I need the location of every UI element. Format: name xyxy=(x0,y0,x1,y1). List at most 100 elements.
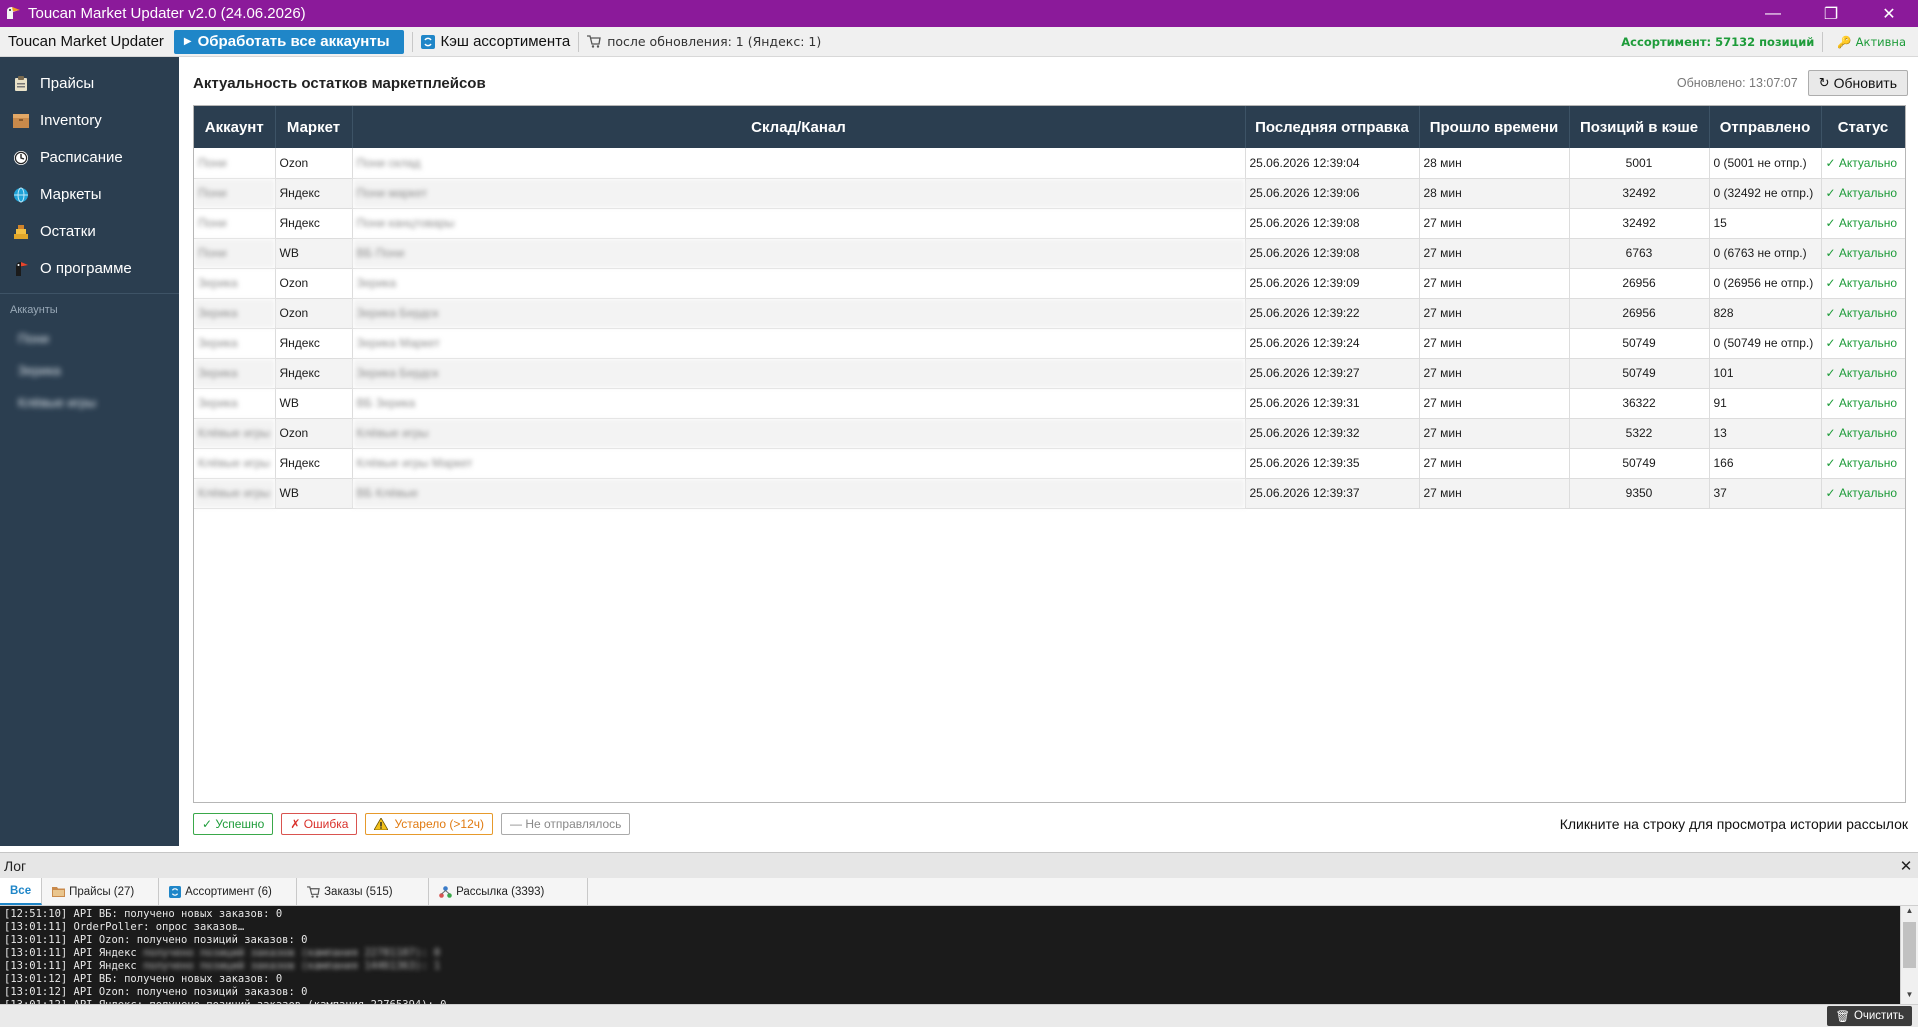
table-row[interactable]: Зерика Яндекс Зерика Маркет 25.06.2026 12:3… xyxy=(194,328,1905,359)
sidebar-item-inventory[interactable]: Inventory xyxy=(0,102,179,139)
log-line-text: [13:01:12] API Ozon: получено позиций за… xyxy=(4,986,308,998)
sidebar-divider xyxy=(0,293,179,294)
log-tab-label: Заказы (515) xyxy=(324,885,393,898)
last-sent-cell: 25.06.2026 12:39:06 xyxy=(1245,178,1420,209)
log-scrollbar[interactable]: ▲ ▼ xyxy=(1900,906,1918,1004)
log-tab-all[interactable]: Все xyxy=(0,878,43,905)
log-line-redacted: получено позиций заказов (кампания 22781… xyxy=(136,947,441,959)
account-cell: Зерика xyxy=(194,358,276,389)
minimize-button[interactable]: — xyxy=(1744,0,1802,27)
sidebar-item-markets[interactable]: Маркеты xyxy=(0,176,179,213)
legend-error: ✗ Ошибка xyxy=(281,813,358,835)
last-sent-cell: 25.06.2026 12:39:24 xyxy=(1245,328,1420,359)
log-tab-assortment[interactable]: Ассортимент (6) xyxy=(159,878,298,905)
network-icon xyxy=(439,885,452,898)
warehouse-cell: Пони канцтовары xyxy=(352,208,1246,239)
market-cell: WB xyxy=(275,478,353,509)
refresh-button[interactable]: ↻ Обновить xyxy=(1807,70,1908,96)
table-row[interactable]: Зерика Ozon Зерика Бердск 25.06.2026 12:39:… xyxy=(194,298,1905,329)
sidebar-account-item[interactable]: Пони xyxy=(0,322,179,354)
stack-icon xyxy=(12,223,30,241)
clear-log-button[interactable]: 🗑 Очистить xyxy=(1827,1006,1912,1026)
updated-time: Обновлено: 13:07:07 xyxy=(1676,76,1798,90)
log-tab-mailing[interactable]: Рассылка (3393) xyxy=(429,878,589,905)
sidebar-item-stock[interactable]: Остатки xyxy=(0,213,179,250)
sidebar-item-prices[interactable]: Прайсы xyxy=(0,65,179,102)
elapsed-cell: 27 мин xyxy=(1419,448,1570,479)
assortment-cache-label: Кэш ассортимента xyxy=(440,33,571,50)
sidebar-item-schedule[interactable]: Расписание xyxy=(0,139,179,176)
last-sent-cell: 25.06.2026 12:39:37 xyxy=(1245,478,1420,509)
last-sent-cell: 25.06.2026 12:39:08 xyxy=(1245,208,1420,239)
last-sent-cell: 25.06.2026 12:39:27 xyxy=(1245,358,1420,389)
elapsed-cell: 27 мин xyxy=(1419,328,1570,359)
sidebar-account-item[interactable]: Зерика xyxy=(0,354,179,386)
market-cell: Ozon xyxy=(275,268,353,299)
account-cell: Зерика xyxy=(194,268,276,299)
table-row[interactable]: Клёвые игры Ozon Клёвые игры 25.06.2026 12:… xyxy=(194,418,1905,449)
account-cell: Пони xyxy=(194,208,276,239)
table-row[interactable]: Пони Яндекс Пони канцтовары 25.06.2026 12:3… xyxy=(194,208,1905,239)
warehouse-cell: Зерика Бердск xyxy=(352,358,1246,389)
column-header[interactable]: Статус xyxy=(1821,106,1905,148)
market-cell: Ozon xyxy=(275,418,353,449)
status-cell: ✓ Актуально xyxy=(1821,418,1905,449)
close-log-icon[interactable]: ✕ xyxy=(1894,857,1918,875)
log-tab-prices[interactable]: Прайсы (27) xyxy=(42,878,160,905)
refresh-icon xyxy=(420,34,435,49)
legend-success: ✓ Успешно xyxy=(193,813,274,835)
close-window-button[interactable]: ✕ xyxy=(1860,0,1918,27)
active-status-label: Активна xyxy=(1855,34,1906,49)
status-bar: 🗑 Очистить xyxy=(0,1004,1918,1027)
cached-count-cell: 50749 xyxy=(1569,448,1710,479)
scroll-up-icon[interactable]: ▲ xyxy=(1901,906,1918,920)
maximize-button[interactable]: ❐ xyxy=(1802,0,1860,27)
scroll-down-icon[interactable]: ▼ xyxy=(1901,990,1918,1004)
warning-icon xyxy=(374,818,389,830)
account-cell: Пони xyxy=(194,238,276,269)
log-tab-label: Прайсы (27) xyxy=(69,885,135,898)
market-cell: Ozon xyxy=(275,298,353,329)
log-tab-orders[interactable]: Заказы (515) xyxy=(297,878,430,905)
column-header[interactable]: Последняя отправка xyxy=(1245,106,1420,148)
active-status: 🔑 Активна xyxy=(1837,35,1906,49)
warehouse-cell: ВБ Пони xyxy=(352,238,1246,269)
column-header[interactable]: Маркет xyxy=(275,106,353,148)
log-console[interactable]: [12:51:10] API ВБ: получено новых заказо… xyxy=(0,906,1918,1004)
account-cell: Клёвые игры xyxy=(194,418,276,449)
toucan-app-icon xyxy=(4,4,22,23)
sent-cell: 0 (26956 не отпр.) xyxy=(1709,268,1822,299)
market-cell: Яндекс xyxy=(275,178,353,209)
table-row[interactable]: Пони WB ВБ Пони 25.06.2026 12:39:08 27 мин 67… xyxy=(194,238,1905,269)
table-row[interactable]: Клёвые игры WB ВБ Клёвые 25.06.2026 12:39:3… xyxy=(194,478,1905,509)
scroll-thumb[interactable] xyxy=(1903,922,1916,968)
toolbar-separator xyxy=(1822,31,1824,52)
sidebar-account-item[interactable]: Клёвые игры xyxy=(0,386,179,418)
clipboard-icon xyxy=(12,75,30,93)
table-row[interactable]: Зерика WB ВБ Зерика 25.06.2026 12:39:31 27 м… xyxy=(194,388,1905,419)
elapsed-cell: 27 мин xyxy=(1419,238,1570,269)
column-header[interactable]: Склад/Канал xyxy=(352,106,1246,148)
elapsed-cell: 28 мин xyxy=(1419,178,1570,209)
status-cell: ✓ Актуально xyxy=(1821,298,1905,329)
warehouse-cell: Зерика Маркет xyxy=(352,328,1246,359)
last-sent-cell: 25.06.2026 12:39:09 xyxy=(1245,268,1420,299)
table-row[interactable]: Клёвые игры Яндекс Клёвые игры Маркет 25.06… xyxy=(194,448,1905,479)
cached-count-cell: 6763 xyxy=(1569,238,1710,269)
column-header[interactable]: Отправлено xyxy=(1709,106,1822,148)
table-row[interactable]: Зерика Ozon Зерика 25.06.2026 12:39:09 27 ми… xyxy=(194,268,1905,299)
assortment-cache-button[interactable]: Кэш ассортимента xyxy=(420,33,571,50)
log-line: [13:01:12] API Ozon: получено позиций за… xyxy=(4,986,1914,999)
column-header[interactable]: Аккаунт xyxy=(194,106,276,148)
table-row[interactable]: Зерика Яндекс Зерика Бердск 25.06.2026 12:3… xyxy=(194,358,1905,389)
process-all-accounts-button[interactable]: ▶ Обработать все аккаунты xyxy=(173,29,404,54)
log-line: [13:01:11] API Яндекс получено позиций з… xyxy=(4,947,1914,960)
table-row[interactable]: Пони Яндекс Пони маркет 25.06.2026 12:39:06… xyxy=(194,178,1905,209)
table-row[interactable]: Пони Ozon Пони склад 25.06.2026 12:39:04 28 … xyxy=(194,148,1905,179)
column-header[interactable]: Позиций в кэше xyxy=(1569,106,1710,148)
elapsed-cell: 27 мин xyxy=(1419,418,1570,449)
clear-log-label: Очистить xyxy=(1853,1010,1904,1022)
sidebar-item-about[interactable]: О программе xyxy=(0,250,179,287)
status-cell: ✓ Актуально xyxy=(1821,328,1905,359)
column-header[interactable]: Прошло времени xyxy=(1419,106,1570,148)
